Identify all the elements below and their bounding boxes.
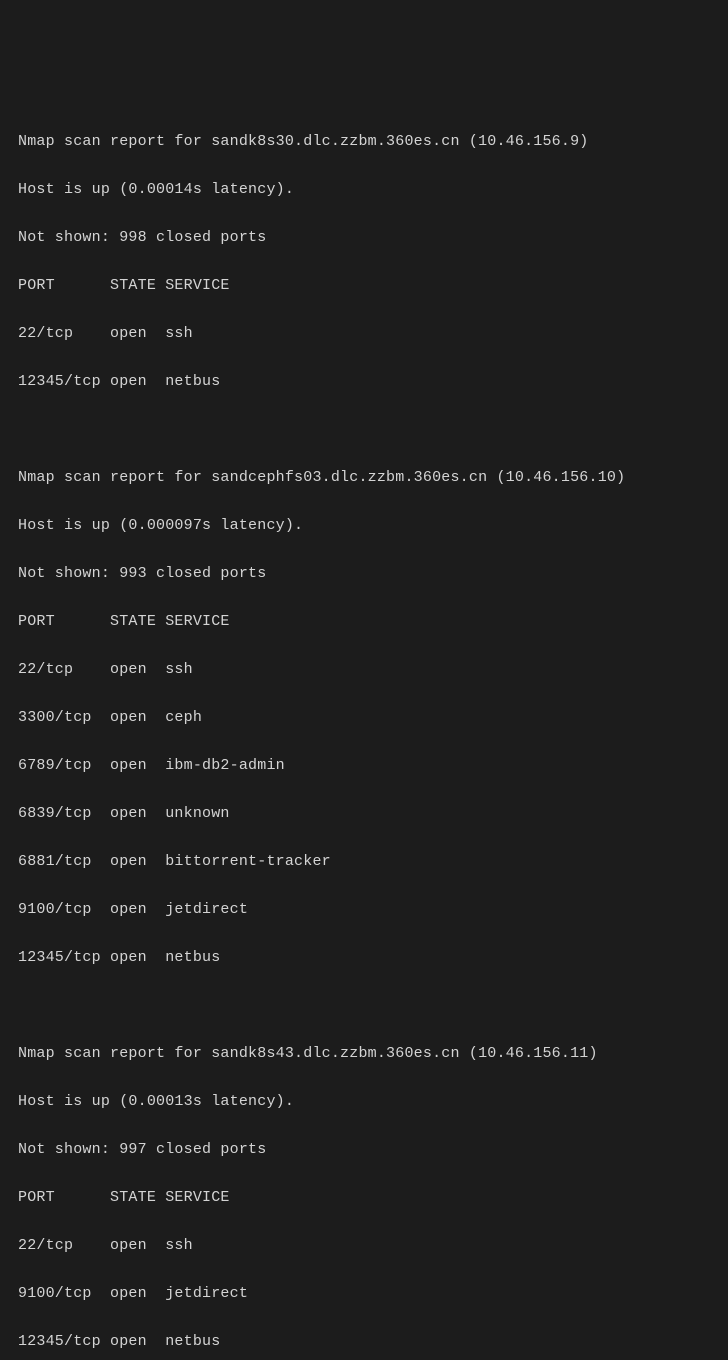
port-row: 6789/tcp open ibm-db2-admin	[18, 754, 710, 778]
port-row: 9100/tcp open jetdirect	[18, 898, 710, 922]
port-row: 3300/tcp open ceph	[18, 706, 710, 730]
scan-header: Nmap scan report for sandk8s43.dlc.zzbm.…	[18, 1042, 710, 1066]
port-row: 22/tcp open ssh	[18, 1234, 710, 1258]
not-shown: Not shown: 997 closed ports	[18, 1138, 710, 1162]
port-columns: PORT STATE SERVICE	[18, 1186, 710, 1210]
scan-header: Nmap scan report for sandk8s30.dlc.zzbm.…	[18, 130, 710, 154]
host-status: Host is up (0.00013s latency).	[18, 1090, 710, 1114]
port-row: 9100/tcp open jetdirect	[18, 1282, 710, 1306]
port-row: 12345/tcp open netbus	[18, 1330, 710, 1354]
host-status: Host is up (0.00014s latency).	[18, 178, 710, 202]
blank-line	[18, 994, 710, 1018]
port-row: 22/tcp open ssh	[18, 658, 710, 682]
port-row: 12345/tcp open netbus	[18, 946, 710, 970]
scan-header: Nmap scan report for sandcephfs03.dlc.zz…	[18, 466, 710, 490]
not-shown: Not shown: 998 closed ports	[18, 226, 710, 250]
port-row: 22/tcp open ssh	[18, 322, 710, 346]
port-row: 12345/tcp open netbus	[18, 370, 710, 394]
port-row: 6881/tcp open bittorrent-tracker	[18, 850, 710, 874]
port-row: 6839/tcp open unknown	[18, 802, 710, 826]
host-status: Host is up (0.000097s latency).	[18, 514, 710, 538]
blank-line	[18, 418, 710, 442]
not-shown: Not shown: 993 closed ports	[18, 562, 710, 586]
terminal-output: Nmap scan report for sandk8s30.dlc.zzbm.…	[18, 106, 710, 1360]
port-columns: PORT STATE SERVICE	[18, 610, 710, 634]
port-columns: PORT STATE SERVICE	[18, 274, 710, 298]
